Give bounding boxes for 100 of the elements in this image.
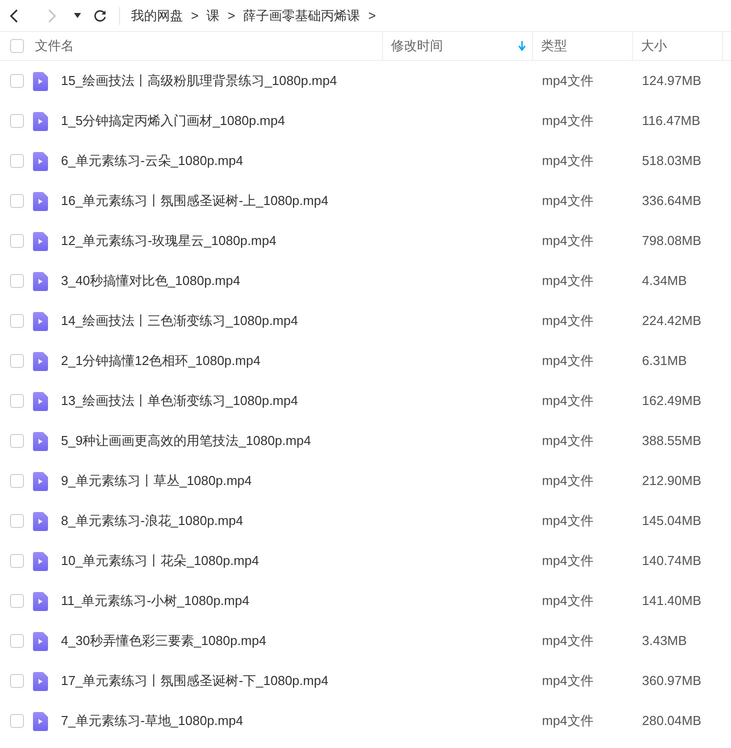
checkbox[interactable] (10, 514, 24, 528)
file-type: mp4文件 (541, 152, 594, 170)
file-type: mp4文件 (541, 112, 594, 130)
video-file-icon (33, 192, 48, 210)
checkbox[interactable] (10, 594, 24, 608)
file-row[interactable]: 6_单元素练习-云朵_1080p.mp4 mp4文件 518.03MB (0, 141, 731, 181)
file-row[interactable]: 12_单元素练习-玫瑰星云_1080p.mp4 mp4文件 798.08MB (0, 221, 731, 261)
checkbox[interactable] (10, 39, 24, 53)
checkbox[interactable] (10, 474, 24, 488)
file-name[interactable]: 13_绘画技法丨单色渐变练习_1080p.mp4 (61, 391, 298, 411)
file-name[interactable]: 7_单元素练习-草地_1080p.mp4 (61, 711, 244, 731)
file-size: 140.74MB (641, 552, 702, 570)
breadcrumb-separator: > (228, 6, 236, 25)
video-file-icon (33, 232, 48, 250)
file-size: 336.64MB (641, 192, 702, 210)
file-row[interactable]: 3_40秒搞懂对比色_1080p.mp4 mp4文件 4.34MB (0, 261, 731, 301)
file-size: 6.31MB (641, 352, 688, 370)
file-row[interactable]: 14_绘画技法丨三色渐变练习_1080p.mp4 mp4文件 224.42MB (0, 301, 731, 341)
refresh-icon[interactable] (93, 8, 107, 22)
file-name[interactable]: 3_40秒搞懂对比色_1080p.mp4 (61, 271, 240, 291)
file-name[interactable]: 6_单元素练习-云朵_1080p.mp4 (61, 151, 244, 171)
file-name[interactable]: 16_单元素练习丨氛围感圣诞树-上_1080p.mp4 (61, 191, 328, 211)
video-file-icon (33, 552, 48, 570)
file-name[interactable]: 12_单元素练习-玫瑰星云_1080p.mp4 (61, 231, 276, 251)
checkbox[interactable] (10, 314, 24, 328)
video-file-icon (33, 592, 48, 610)
video-file-icon (33, 312, 48, 330)
file-size: 124.97MB (641, 72, 702, 90)
file-size: 145.04MB (641, 512, 702, 530)
file-row[interactable]: 1_5分钟搞定丙烯入门画材_1080p.mp4 mp4文件 116.47MB (0, 101, 731, 141)
file-type: mp4文件 (541, 392, 594, 410)
video-file-icon (33, 432, 48, 450)
video-file-icon (33, 112, 48, 130)
file-name[interactable]: 2_1分钟搞懂12色相环_1080p.mp4 (61, 351, 260, 371)
file-name[interactable]: 17_单元素练习丨氛围感圣诞树-下_1080p.mp4 (61, 671, 328, 691)
column-header[interactable]: 类型 (533, 32, 633, 60)
file-type: mp4文件 (541, 232, 594, 250)
checkbox[interactable] (10, 674, 24, 688)
checkbox[interactable] (10, 394, 24, 408)
file-row[interactable]: 2_1分钟搞懂12色相环_1080p.mp4 mp4文件 6.31MB (0, 341, 731, 381)
file-name[interactable]: 1_5分钟搞定丙烯入门画材_1080p.mp4 (61, 111, 285, 131)
checkbox[interactable] (10, 274, 24, 288)
file-row[interactable]: 8_单元素练习-浪花_1080p.mp4 mp4文件 145.04MB (0, 501, 731, 541)
checkbox[interactable] (10, 434, 24, 448)
breadcrumb-item[interactable]: 薛子画零基础丙烯课 (243, 6, 360, 26)
file-row[interactable]: 10_单元素练习丨花朵_1080p.mp4 mp4文件 140.74MB (0, 541, 731, 581)
file-type: mp4文件 (541, 432, 594, 450)
breadcrumb-separator: > (368, 6, 376, 25)
file-name[interactable]: 5_9种让画画更高效的用笔技法_1080p.mp4 (61, 431, 311, 451)
checkbox[interactable] (10, 634, 24, 648)
checkbox[interactable] (10, 114, 24, 128)
checkbox[interactable] (10, 354, 24, 368)
file-size: 116.47MB (641, 112, 702, 130)
video-file-icon (33, 472, 48, 490)
column-header[interactable]: 文件名 (31, 32, 383, 60)
checkbox[interactable] (10, 714, 24, 728)
checkbox[interactable] (10, 74, 24, 88)
file-row[interactable]: 11_单元素练习-小树_1080p.mp4 mp4文件 141.40MB (0, 581, 731, 621)
dropdown-caret-icon[interactable] (74, 13, 81, 18)
file-row[interactable]: 17_单元素练习丨氛围感圣诞树-下_1080p.mp4 mp4文件 360.97MB (0, 661, 731, 701)
file-size: 162.49MB (641, 392, 702, 410)
file-name[interactable]: 15_绘画技法丨高级粉肌理背景练习_1080p.mp4 (61, 71, 337, 91)
checkbox[interactable] (10, 554, 24, 568)
video-file-icon (33, 712, 48, 730)
file-name[interactable]: 9_单元素练习丨草丛_1080p.mp4 (61, 471, 252, 491)
breadcrumb-item[interactable]: 课 (206, 6, 220, 26)
file-row[interactable]: 9_单元素练习丨草丛_1080p.mp4 mp4文件 212.90MB (0, 461, 731, 501)
video-file-icon (33, 632, 48, 650)
checkbox[interactable] (10, 234, 24, 248)
file-size: 141.40MB (641, 592, 702, 610)
video-file-icon (33, 272, 48, 290)
file-type: mp4文件 (541, 672, 594, 690)
column-header[interactable]: 大小 (633, 32, 723, 60)
file-size: 212.90MB (641, 472, 702, 490)
file-row[interactable]: 4_30秒弄懂色彩三要素_1080p.mp4 mp4文件 3.43MB (0, 621, 731, 661)
column-header[interactable]: 修改时间 (383, 32, 533, 60)
file-type: mp4文件 (541, 72, 594, 90)
file-type: mp4文件 (541, 712, 594, 730)
file-row[interactable]: 16_单元素练习丨氛围感圣诞树-上_1080p.mp4 mp4文件 336.64MB (0, 181, 731, 221)
file-size: 798.08MB (641, 232, 702, 250)
checkbox[interactable] (10, 194, 24, 208)
file-name[interactable]: 10_单元素练习丨花朵_1080p.mp4 (61, 551, 259, 571)
breadcrumb-item[interactable]: 我的网盘 (131, 6, 183, 26)
file-type: mp4文件 (541, 632, 594, 650)
file-row[interactable]: 5_9种让画画更高效的用笔技法_1080p.mp4 mp4文件 388.55MB (0, 421, 731, 461)
file-row[interactable]: 15_绘画技法丨高级粉肌理背景练习_1080p.mp4 mp4文件 124.97MB (0, 61, 731, 101)
file-size: 224.42MB (641, 312, 702, 330)
video-file-icon (33, 512, 48, 530)
file-size: 388.55MB (641, 432, 702, 450)
file-row[interactable]: 13_绘画技法丨单色渐变练习_1080p.mp4 mp4文件 162.49MB (0, 381, 731, 421)
checkbox[interactable] (10, 154, 24, 168)
file-name[interactable]: 11_单元素练习-小树_1080p.mp4 (61, 591, 250, 611)
video-file-icon (33, 72, 48, 90)
back-icon[interactable] (9, 8, 19, 22)
file-size: 4.34MB (641, 272, 688, 290)
file-row[interactable]: 7_单元素练习-草地_1080p.mp4 mp4文件 280.04MB (0, 701, 731, 741)
file-name[interactable]: 4_30秒弄懂色彩三要素_1080p.mp4 (61, 631, 266, 651)
file-name[interactable]: 14_绘画技法丨三色渐变练习_1080p.mp4 (61, 311, 298, 331)
file-type: mp4文件 (541, 352, 594, 370)
file-name[interactable]: 8_单元素练习-浪花_1080p.mp4 (61, 511, 244, 531)
